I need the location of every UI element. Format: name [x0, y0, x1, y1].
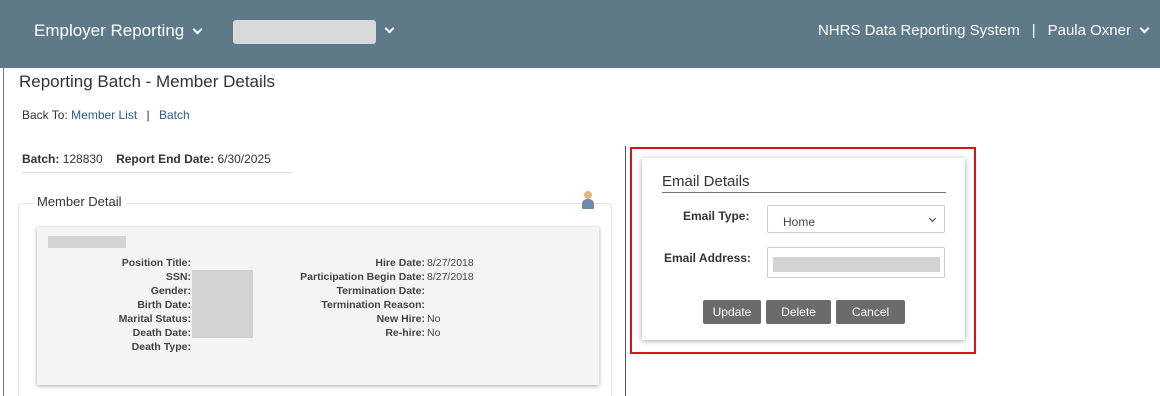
user-name: Paula Oxner	[1047, 22, 1131, 39]
left-border	[3, 68, 4, 396]
personal-values-redacted	[192, 270, 253, 338]
app-menu-dropdown[interactable]: Employer Reporting	[34, 21, 203, 41]
participation-begin-date-value: 8/27/2018	[427, 271, 474, 283]
new-hire-label: New Hire:	[376, 313, 425, 325]
delete-button[interactable]: Delete	[766, 300, 831, 324]
email-address-redacted	[773, 257, 940, 272]
email-details-title: Email Details	[662, 173, 750, 190]
email-address-label: Email Address:	[664, 251, 751, 265]
member-detail-legend: Member Detail	[33, 194, 126, 209]
top-nav-bar: Employer Reporting NHRS Data Reporting S…	[0, 0, 1160, 68]
batch-label: Batch:	[22, 152, 60, 166]
termination-reason-label: Termination Reason:	[321, 299, 425, 311]
hire-date-label: Hire Date:	[375, 257, 425, 269]
page-title: Reporting Batch - Member Details	[19, 72, 276, 91]
dropdown-caret-icon	[928, 214, 937, 223]
cancel-button[interactable]: Cancel	[836, 300, 905, 324]
new-hire-value: No	[427, 313, 441, 325]
email-address-input[interactable]	[767, 247, 945, 278]
email-type-value: Home	[783, 215, 816, 229]
chevron-down-icon	[1139, 23, 1150, 34]
chevron-down-icon[interactable]	[384, 23, 395, 34]
report-end-value: 6/30/2025	[217, 152, 271, 166]
member-card: Position Title: SSN: Gender: Birth Date:…	[37, 227, 599, 385]
batch-info: Batch: 128830 Report End Date: 6/30/2025	[22, 152, 292, 173]
report-end-label: Report End Date:	[116, 152, 215, 166]
title-underline	[662, 192, 946, 193]
panel-divider	[625, 146, 626, 396]
user-menu[interactable]: Paula Oxner	[1047, 22, 1150, 39]
gender-label: Gender:	[150, 285, 191, 297]
update-button[interactable]: Update	[703, 300, 761, 324]
rehire-value: No	[427, 327, 441, 339]
member-list-link[interactable]: Member List	[71, 108, 137, 122]
email-type-select[interactable]: Home	[767, 205, 945, 233]
termination-date-label: Termination Date:	[336, 285, 425, 297]
header-separator: |	[1031, 22, 1036, 39]
chevron-down-icon	[192, 24, 203, 34]
member-person-icon[interactable]	[581, 191, 595, 209]
header-right: NHRS Data Reporting System | Paula Oxner	[817, 22, 1150, 39]
back-to-label: Back To:	[22, 108, 68, 122]
death-type-label: Death Type:	[131, 341, 191, 353]
batch-link[interactable]: Batch	[159, 108, 190, 122]
hire-date-value: 8/27/2018	[427, 257, 474, 269]
participation-begin-date-label: Participation Begin Date:	[300, 271, 425, 283]
breadcrumb: Back To: Member List | Batch	[22, 108, 190, 122]
ssn-label: SSN:	[165, 271, 191, 283]
system-name: NHRS Data Reporting System	[817, 22, 1020, 39]
position-title-label: Position Title:	[121, 257, 191, 269]
birth-date-label: Birth Date:	[137, 299, 191, 311]
death-date-label: Death Date:	[132, 327, 191, 339]
employer-select-redacted[interactable]	[233, 20, 376, 44]
member-name-redacted	[48, 236, 126, 248]
email-details-dialog: Email Details Email Type: Home Email Add…	[642, 158, 965, 340]
batch-value: 128830	[62, 152, 103, 166]
email-type-label: Email Type:	[683, 209, 750, 223]
breadcrumb-separator: |	[146, 108, 150, 122]
app-menu-label: Employer Reporting	[34, 21, 185, 40]
marital-status-label: Marital Status:	[118, 313, 191, 325]
rehire-label: Re-hire:	[385, 327, 425, 339]
